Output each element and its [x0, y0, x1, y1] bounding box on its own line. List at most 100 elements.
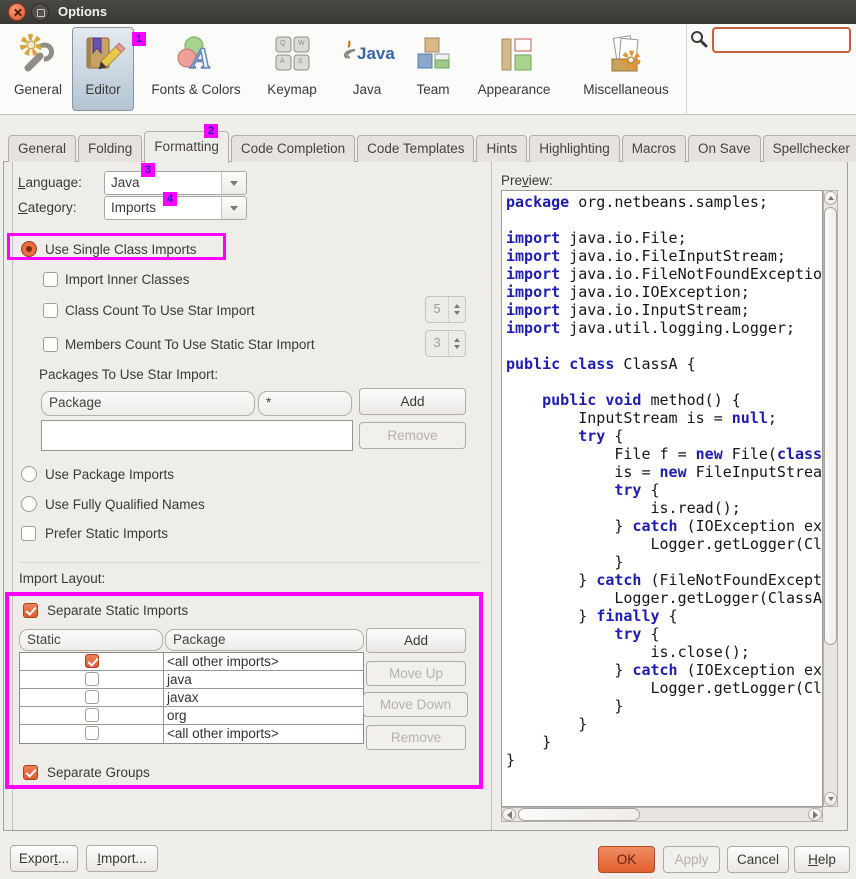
- window-close-button[interactable]: [8, 3, 26, 21]
- package-cell: javax: [164, 689, 363, 706]
- tab-highlighting[interactable]: Highlighting: [529, 135, 620, 162]
- scroll-left-icon[interactable]: [502, 808, 516, 821]
- import-inner-classes-checkbox[interactable]: [43, 272, 58, 287]
- toolbar-label: Java: [353, 82, 382, 97]
- package-input[interactable]: Package: [41, 391, 255, 416]
- table-row[interactable]: <all other imports>: [20, 653, 363, 671]
- toolbar-label: Keymap: [267, 82, 317, 97]
- language-select[interactable]: Java: [104, 171, 247, 195]
- import-layout-table-body: <all other imports>javajavaxorg<all othe…: [19, 652, 364, 744]
- static-cell: [20, 725, 164, 743]
- svg-text:S: S: [298, 58, 303, 65]
- preview-label: Preview:: [501, 173, 553, 188]
- options-scrollpane-border: [12, 162, 13, 830]
- tab-macros[interactable]: Macros: [622, 135, 686, 162]
- category-select[interactable]: Imports: [104, 196, 247, 220]
- layout-remove-button[interactable]: Remove: [366, 725, 466, 750]
- use-package-imports-radio[interactable]: [21, 466, 37, 482]
- export-button[interactable]: Export...: [10, 845, 78, 872]
- star-input[interactable]: *: [258, 391, 352, 416]
- window-title: Options: [58, 4, 107, 19]
- static-checkbox[interactable]: [85, 672, 99, 686]
- tab-on-save[interactable]: On Save: [688, 135, 761, 162]
- cancel-button[interactable]: Cancel: [727, 846, 789, 873]
- members-count-checkbox[interactable]: [43, 337, 58, 352]
- chevron-down-icon[interactable]: [221, 172, 246, 194]
- members-count-spinner[interactable]: 3: [425, 330, 466, 357]
- formatting-panel: Language: Java Category: Imports Use Sin…: [3, 161, 848, 831]
- tab-spellchecker[interactable]: Spellchecker: [763, 135, 856, 162]
- static-cell: [20, 689, 164, 706]
- spinner-value: 3: [426, 331, 448, 356]
- table-row[interactable]: <all other imports>: [20, 725, 363, 743]
- move-down-button[interactable]: Move Down: [363, 692, 468, 717]
- static-checkbox[interactable]: [85, 654, 99, 668]
- use-single-class-imports-radio[interactable]: [21, 241, 37, 257]
- prefer-static-imports-label: Prefer Static Imports: [45, 526, 168, 541]
- preview-code-area[interactable]: package org.netbeans.samples; import jav…: [501, 190, 823, 807]
- scroll-down-icon[interactable]: [824, 792, 837, 806]
- horizontal-scrollbar[interactable]: [501, 807, 823, 822]
- preview-panel-border: [491, 162, 492, 830]
- remove-package-button[interactable]: Remove: [359, 422, 466, 449]
- toolbar-item-editor[interactable]: Editor: [72, 27, 134, 111]
- toolbar-label: Fonts & Colors: [151, 82, 240, 97]
- add-package-button[interactable]: Add: [359, 388, 466, 415]
- static-column-header[interactable]: Static: [19, 629, 163, 651]
- scroll-up-icon[interactable]: [824, 191, 837, 205]
- vertical-scroll-thumb[interactable]: [824, 207, 837, 645]
- toolbar-item-general[interactable]: General: [8, 27, 68, 111]
- apply-button[interactable]: Apply: [663, 846, 720, 873]
- tab-formatting[interactable]: Formatting: [144, 131, 229, 163]
- prefer-static-imports-checkbox[interactable]: [21, 526, 36, 541]
- class-count-spinner[interactable]: 5: [425, 296, 466, 323]
- static-checkbox[interactable]: [85, 726, 99, 740]
- toolbar-item-java[interactable]: Java Java: [334, 27, 400, 111]
- table-row[interactable]: org: [20, 707, 363, 725]
- chevron-down-icon[interactable]: [221, 197, 246, 219]
- toolbar-label: General: [14, 82, 62, 97]
- window-restore-button[interactable]: [31, 3, 49, 21]
- toolbar-separator: [686, 24, 687, 114]
- ok-button[interactable]: OK: [598, 846, 655, 873]
- svg-text:W: W: [298, 40, 305, 47]
- import-layout-label: Import Layout:: [19, 571, 105, 586]
- import-inner-classes-label: Import Inner Classes: [65, 272, 190, 287]
- spinner-arrows[interactable]: [448, 331, 465, 356]
- tab-general[interactable]: General: [8, 135, 76, 162]
- import-button[interactable]: Import...: [86, 845, 158, 872]
- tab-hints[interactable]: Hints: [476, 135, 527, 162]
- use-single-class-imports-label: Use Single Class Imports: [45, 242, 197, 257]
- static-checkbox[interactable]: [85, 690, 99, 704]
- tab-folding[interactable]: Folding: [78, 135, 142, 162]
- package-column-header[interactable]: Package: [165, 629, 364, 651]
- language-label: Language:: [18, 175, 82, 190]
- tab-code-completion[interactable]: Code Completion: [231, 135, 355, 162]
- team-cubes-icon: [410, 28, 456, 82]
- star-import-list[interactable]: [41, 420, 353, 451]
- separate-static-imports-checkbox[interactable]: [23, 603, 38, 618]
- toolbar-item-appearance[interactable]: Appearance: [466, 27, 562, 111]
- miscellaneous-gear-papers-icon: [603, 28, 649, 82]
- spinner-arrows[interactable]: [448, 297, 465, 322]
- scroll-right-icon[interactable]: [808, 808, 822, 821]
- help-button[interactable]: Help: [794, 846, 850, 873]
- separate-groups-checkbox[interactable]: [23, 765, 38, 780]
- svg-text:A: A: [280, 58, 285, 65]
- class-count-checkbox[interactable]: [43, 303, 58, 318]
- table-row[interactable]: java: [20, 671, 363, 689]
- toolbar-item-team[interactable]: Team: [404, 27, 462, 111]
- move-up-button[interactable]: Move Up: [366, 661, 466, 686]
- toolbar-item-fonts-colors[interactable]: A Fonts & Colors: [140, 27, 252, 111]
- horizontal-scroll-thumb[interactable]: [518, 808, 640, 821]
- use-fully-qualified-radio[interactable]: [21, 496, 37, 512]
- packages-star-label: Packages To Use Star Import:: [39, 367, 218, 382]
- static-checkbox[interactable]: [85, 708, 99, 722]
- toolbar-item-miscellaneous[interactable]: Miscellaneous: [568, 27, 684, 111]
- layout-add-button[interactable]: Add: [366, 628, 466, 653]
- tab-code-templates[interactable]: Code Templates: [357, 135, 474, 162]
- search-input[interactable]: [712, 27, 851, 53]
- table-row[interactable]: javax: [20, 689, 363, 707]
- toolbar-item-keymap[interactable]: QWAS Keymap: [256, 27, 328, 111]
- vertical-scrollbar[interactable]: [823, 190, 838, 807]
